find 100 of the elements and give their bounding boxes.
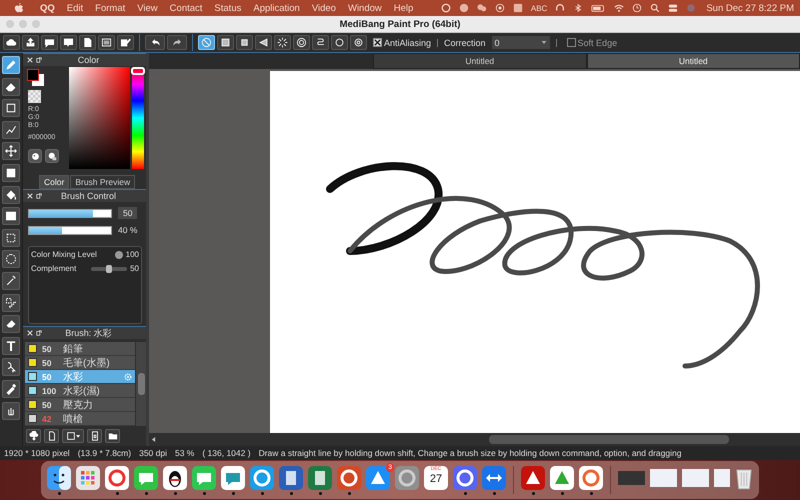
hand-tool-button[interactable]	[2, 402, 20, 420]
apple-icon[interactable]	[14, 2, 24, 14]
dock-app-icon[interactable]	[163, 466, 187, 490]
detach-icon[interactable]	[36, 330, 42, 336]
move-arrows-tool-button[interactable]	[2, 142, 20, 160]
minimized-window-thumbnail[interactable]	[650, 466, 677, 490]
brush-list-item[interactable]: 42 噴槍	[25, 412, 135, 426]
brush-size-slider[interactable]	[28, 208, 112, 218]
paint-bucket-tool-button[interactable]	[2, 186, 20, 204]
brush-list-item[interactable]: 50 鉛筆	[25, 342, 135, 356]
brush-list-item[interactable]: 50 毛筆(水墨)	[25, 356, 135, 370]
left-arrow-icon[interactable]	[151, 436, 156, 443]
palette-button[interactable]	[28, 149, 42, 163]
upload-toolbar-button[interactable]	[22, 35, 39, 50]
eraser-tool-button[interactable]	[2, 315, 20, 334]
toggle-switches-icon[interactable]	[668, 3, 678, 13]
bluetooth-icon[interactable]	[573, 3, 584, 13]
square-tool-button[interactable]	[2, 164, 20, 182]
curve-snap-button[interactable]	[312, 35, 329, 50]
wifi-icon[interactable]	[614, 3, 624, 13]
panel-tab[interactable]: Brush Preview	[70, 175, 136, 189]
slider-thumb[interactable]	[114, 250, 123, 258]
menu-item[interactable]: Help	[388, 2, 420, 14]
headphones-icon[interactable]	[555, 3, 566, 13]
color-swatches[interactable]	[27, 69, 47, 87]
menu-item[interactable]: View	[131, 2, 164, 14]
detach-icon[interactable]	[36, 193, 42, 199]
hue-slider[interactable]	[132, 67, 144, 169]
undo-button[interactable]	[145, 35, 165, 50]
ring-snap-button[interactable]	[331, 35, 348, 50]
brush-settings-button[interactable]	[87, 429, 102, 443]
eyedropper-tool-button[interactable]	[2, 380, 20, 398]
menu-item[interactable]: Edit	[60, 2, 90, 14]
brush-menu-button[interactable]	[62, 429, 84, 443]
menu-item[interactable]: Contact	[164, 2, 208, 14]
magic-wand-tool-button[interactable]	[2, 272, 20, 290]
square-icon	[5, 102, 17, 114]
dock-app-icon[interactable]	[47, 466, 71, 490]
slider-thumb[interactable]	[131, 67, 145, 76]
dock-app-icon[interactable]	[521, 466, 545, 490]
minimized-window-thumbnail[interactable]	[714, 466, 730, 490]
correction-dropdown[interactable]: 0	[492, 36, 550, 49]
brush-size-value[interactable]: 50	[118, 207, 138, 219]
record-status-icon[interactable]	[494, 3, 505, 13]
document-tab[interactable]: Untitled	[586, 53, 800, 69]
panel-tab[interactable]: Color	[39, 175, 70, 189]
detach-icon[interactable]	[36, 57, 42, 63]
triangle-snap-button[interactable]	[255, 35, 272, 50]
eraser-tool-button[interactable]	[2, 78, 20, 96]
opacity-slider[interactable]	[28, 226, 112, 234]
battery-icon[interactable]	[591, 3, 606, 13]
list-toolbar-button[interactable]	[98, 35, 115, 50]
speech-bubble-toolbar-button[interactable]	[41, 35, 58, 50]
burst-snap-button[interactable]	[274, 35, 291, 50]
menu-item[interactable]: Application	[247, 2, 306, 14]
gradient-tool-button[interactable]	[2, 207, 20, 226]
close-icon[interactable]	[27, 193, 33, 199]
square-snap-button[interactable]	[217, 35, 234, 50]
concentric-circles-snap-button[interactable]	[293, 35, 310, 50]
square-snap-button[interactable]	[236, 35, 253, 50]
menu-bar-clock[interactable]: Sun Dec 27 8:22 PM	[706, 2, 794, 14]
close-icon[interactable]	[27, 57, 33, 63]
menu-item[interactable]: Format	[89, 2, 132, 14]
search-icon[interactable]	[650, 3, 660, 13]
new-brush-button[interactable]	[44, 429, 59, 443]
scrollbar[interactable]	[136, 342, 146, 426]
menu-item[interactable]: QQ	[34, 2, 61, 14]
zigzag-line-tool-button[interactable]	[2, 120, 20, 139]
menu-item[interactable]: Window	[342, 2, 388, 14]
chat-bubbles-status-icon[interactable]	[476, 3, 487, 13]
antialiasing-checkbox[interactable]: AntiAliasing	[373, 38, 432, 48]
palette-settings-button[interactable]	[45, 149, 59, 163]
slider-thumb[interactable]	[106, 264, 112, 272]
status-text: 53 %	[174, 448, 194, 458]
edit-toolbar-button[interactable]	[117, 35, 134, 50]
clock-icon[interactable]	[632, 3, 642, 13]
dashed-square-tool-button[interactable]	[2, 228, 20, 247]
canvas[interactable]	[270, 71, 800, 433]
square-tool-button[interactable]	[2, 99, 20, 118]
cloud-toolbar-button[interactable]	[3, 35, 20, 50]
redo-button[interactable]	[167, 35, 187, 50]
cloud-download-button[interactable]	[26, 429, 41, 443]
horizontal-scrollbar[interactable]	[149, 433, 800, 446]
document-tab[interactable]: Untitled	[373, 53, 586, 69]
soft-edge-checkbox[interactable]: Soft Edge	[566, 38, 618, 48]
saturation-value-picker[interactable]	[69, 67, 130, 169]
text-tool-button[interactable]: T	[2, 336, 20, 355]
minimized-window-thumbnail[interactable]	[682, 466, 709, 490]
menu-item[interactable]: Video	[306, 2, 342, 14]
brush-list-item[interactable]: 50 壓克力	[25, 398, 135, 412]
close-icon[interactable]	[27, 330, 33, 336]
brush-list-item[interactable]: 100 水彩(濕)	[25, 384, 135, 398]
document-toolbar-button[interactable]	[79, 35, 96, 50]
folder-button[interactable]	[105, 429, 120, 443]
menu-item[interactable]: Status	[208, 2, 248, 14]
comment-toolbar-button[interactable]	[60, 35, 77, 50]
complement-slider[interactable]	[91, 266, 128, 270]
dashed-circle-tool-button[interactable]	[2, 250, 20, 268]
input-source-label[interactable]: ABC	[530, 4, 548, 12]
transparent-swatch[interactable]	[28, 90, 41, 103]
